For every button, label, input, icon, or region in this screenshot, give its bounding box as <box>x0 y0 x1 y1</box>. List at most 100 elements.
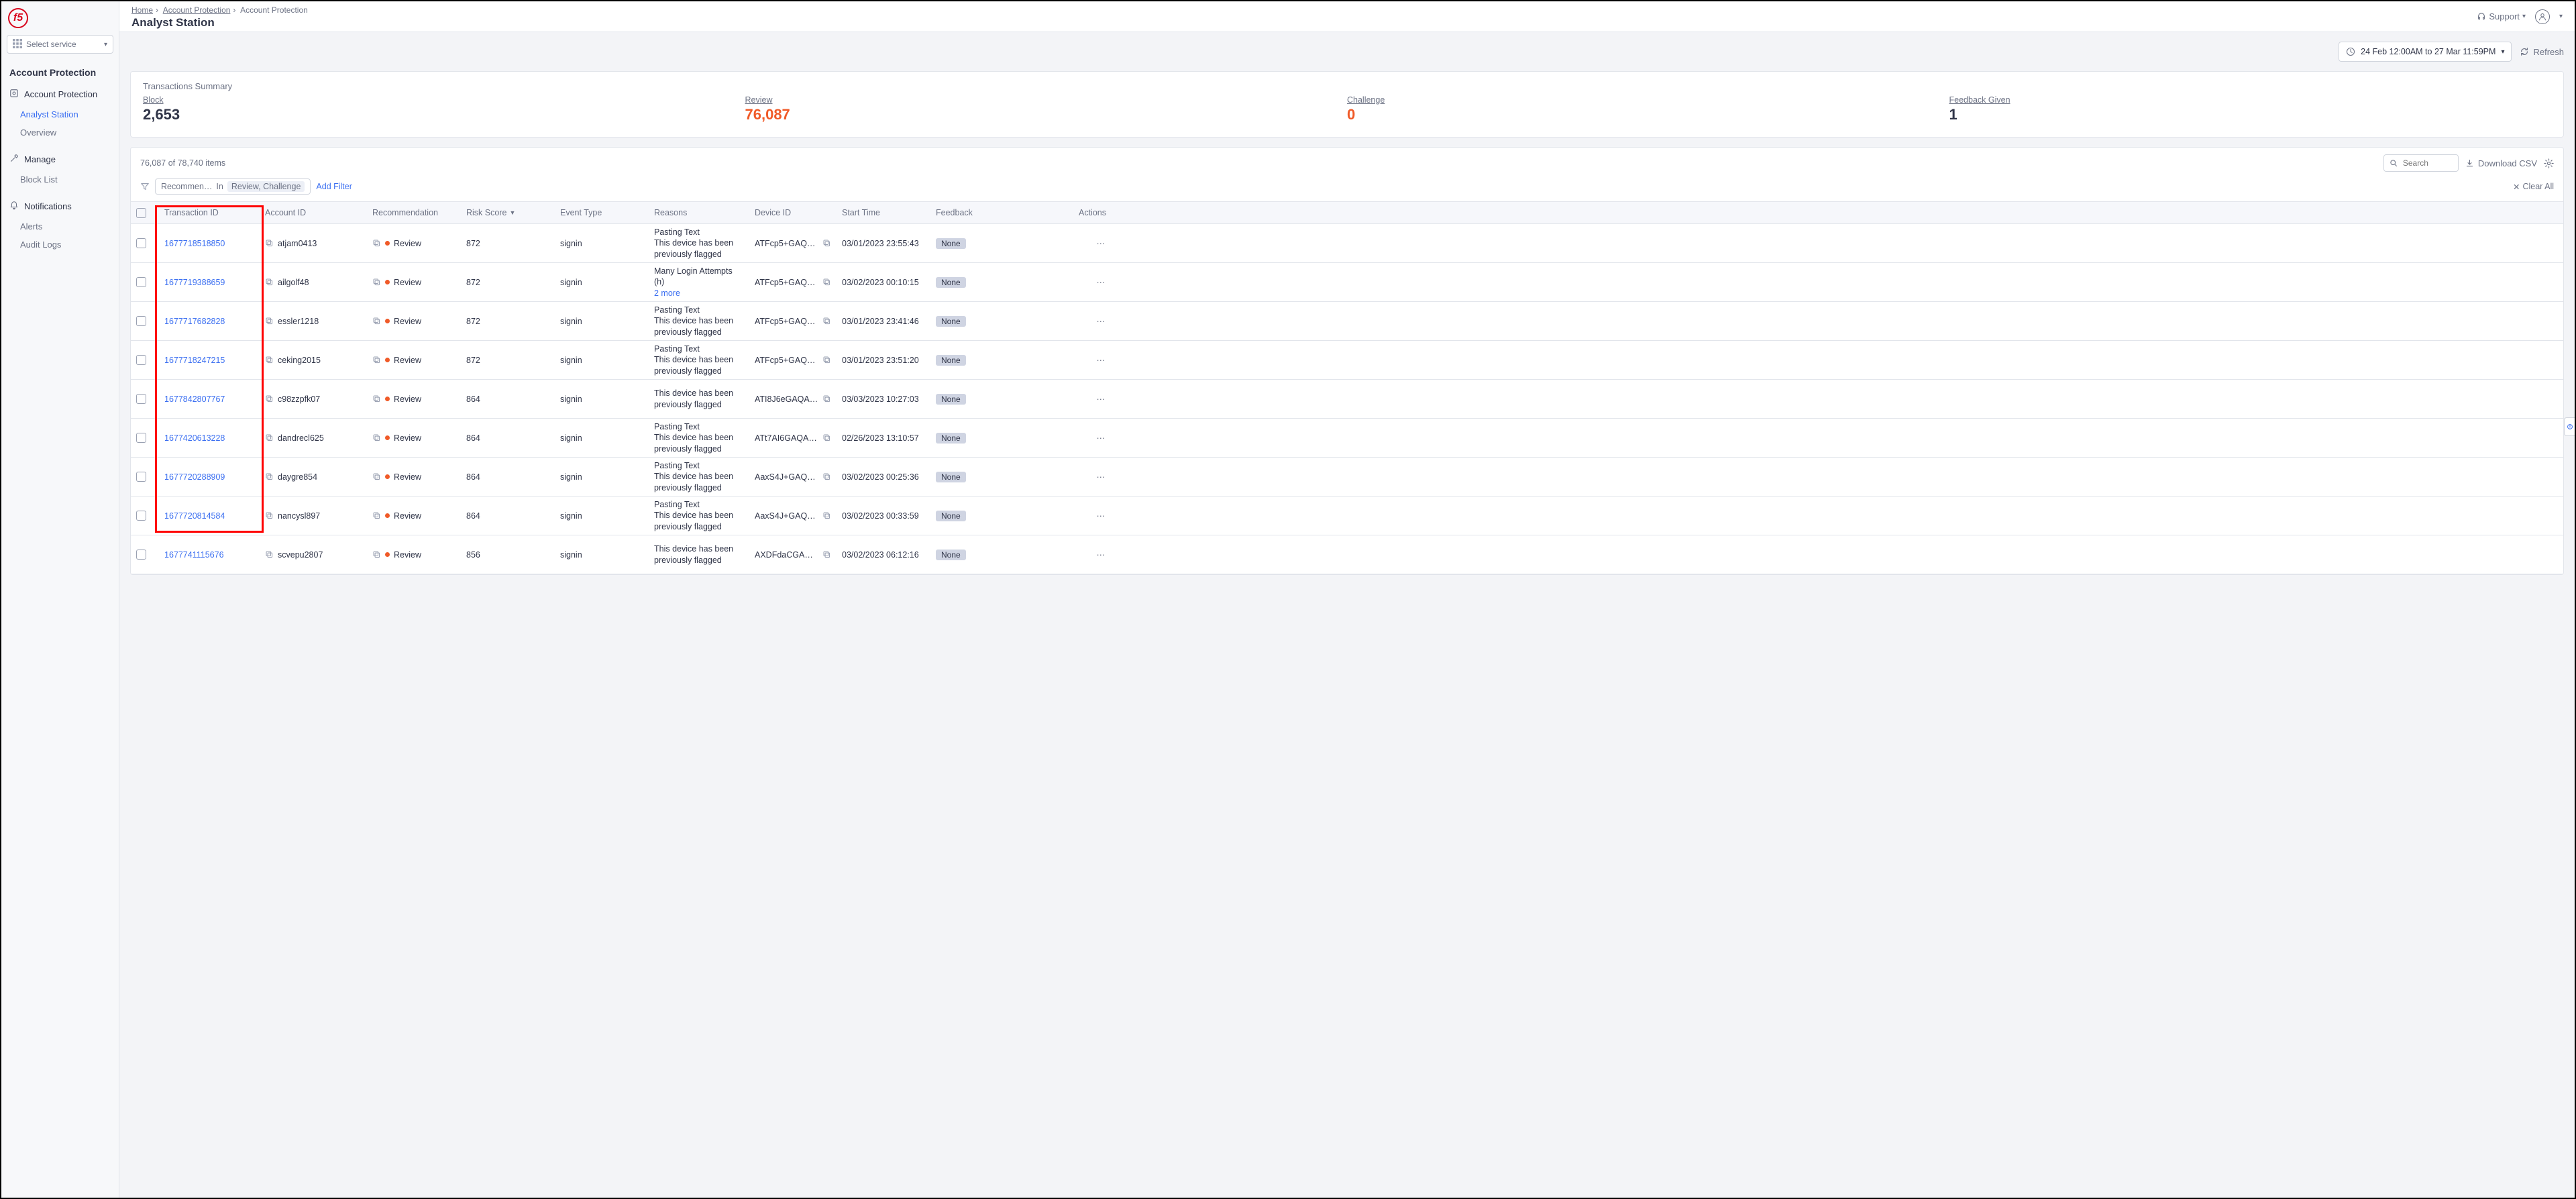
row-actions-menu[interactable]: ⋯ <box>1097 238 1107 248</box>
col-device-id[interactable]: Device ID <box>749 208 837 217</box>
reasons-more[interactable]: 2 more <box>654 288 744 299</box>
nav-head-notifications[interactable]: Notifications <box>1 195 119 217</box>
copy-icon[interactable] <box>822 472 831 481</box>
user-avatar[interactable] <box>2535 9 2550 24</box>
copy-icon[interactable] <box>265 550 274 559</box>
row-actions-menu[interactable]: ⋯ <box>1097 472 1107 482</box>
stat-label[interactable]: Feedback Given <box>1949 95 2552 105</box>
row-checkbox[interactable] <box>136 238 146 248</box>
copy-icon[interactable] <box>265 433 274 442</box>
transaction-id-link[interactable]: 1677842807767 <box>164 395 225 404</box>
col-feedback[interactable]: Feedback <box>930 208 1024 217</box>
row-checkbox[interactable] <box>136 394 146 404</box>
copy-icon[interactable] <box>265 472 274 481</box>
feedback-badge[interactable]: None <box>936 550 966 560</box>
col-reasons[interactable]: Reasons <box>649 208 749 217</box>
feedback-badge[interactable]: None <box>936 472 966 482</box>
copy-icon[interactable] <box>265 278 274 286</box>
transaction-id-link[interactable]: 1677719388659 <box>164 278 225 287</box>
row-checkbox[interactable] <box>136 550 146 560</box>
col-account-id[interactable]: Account ID <box>260 208 367 217</box>
copy-icon[interactable] <box>372 239 381 248</box>
copy-icon[interactable] <box>372 433 381 442</box>
transaction-id-link[interactable]: 1677720814584 <box>164 511 225 521</box>
transaction-id-link[interactable]: 1677720288909 <box>164 472 225 482</box>
filter-chip[interactable]: Recommen… In Review, Challenge <box>155 178 311 195</box>
download-csv-button[interactable]: Download CSV <box>2465 158 2537 168</box>
stat-label[interactable]: Review <box>745 95 1348 105</box>
settings-button[interactable] <box>2544 158 2554 168</box>
copy-icon[interactable] <box>265 511 274 520</box>
copy-icon[interactable] <box>822 395 831 403</box>
transaction-id-link[interactable]: 1677718247215 <box>164 356 225 365</box>
copy-icon[interactable] <box>372 472 381 481</box>
row-checkbox[interactable] <box>136 277 146 287</box>
feedback-badge[interactable]: None <box>936 394 966 405</box>
row-actions-menu[interactable]: ⋯ <box>1097 511 1107 521</box>
feedback-badge[interactable]: None <box>936 277 966 288</box>
nav-head-manage[interactable]: Manage <box>1 148 119 170</box>
col-transaction-id[interactable]: Transaction ID <box>159 208 260 217</box>
support-menu[interactable]: Support ▾ <box>2477 11 2526 21</box>
row-actions-menu[interactable]: ⋯ <box>1097 550 1107 560</box>
nav-item-analyst-station[interactable]: Analyst Station <box>1 105 119 123</box>
transaction-id-link[interactable]: 1677718518850 <box>164 239 225 248</box>
transaction-id-link[interactable]: 1677420613228 <box>164 433 225 443</box>
date-range-picker[interactable]: 24 Feb 12:00AM to 27 Mar 11:59PM ▾ <box>2339 42 2512 62</box>
copy-icon[interactable] <box>265 317 274 325</box>
nav-item-overview[interactable]: Overview <box>1 123 119 142</box>
col-start-time[interactable]: Start Time <box>837 208 930 217</box>
transaction-id-link[interactable]: 1677717682828 <box>164 317 225 326</box>
copy-icon[interactable] <box>822 356 831 364</box>
copy-icon[interactable] <box>822 278 831 286</box>
stat-label[interactable]: Challenge <box>1347 95 1949 105</box>
feedback-badge[interactable]: None <box>936 316 966 327</box>
search-field[interactable] <box>2402 158 2449 168</box>
row-actions-menu[interactable]: ⋯ <box>1097 394 1107 404</box>
row-actions-menu[interactable]: ⋯ <box>1097 277 1107 287</box>
clear-all-button[interactable]: ✕ Clear All <box>2513 182 2554 192</box>
feedback-badge[interactable]: None <box>936 355 966 366</box>
refresh-button[interactable]: Refresh <box>2520 47 2564 57</box>
copy-icon[interactable] <box>372 395 381 403</box>
copy-icon[interactable] <box>822 433 831 442</box>
nav-item-alerts[interactable]: Alerts <box>1 217 119 236</box>
select-all-checkbox[interactable] <box>136 208 146 218</box>
stat-label[interactable]: Block <box>143 95 745 105</box>
col-event-type[interactable]: Event Type <box>555 208 649 217</box>
row-checkbox[interactable] <box>136 472 146 482</box>
service-selector[interactable]: Select service ▾ <box>7 35 113 54</box>
copy-icon[interactable] <box>372 550 381 559</box>
row-checkbox[interactable] <box>136 433 146 443</box>
copy-icon[interactable] <box>822 239 831 248</box>
transaction-id-link[interactable]: 1677741115676 <box>164 550 224 560</box>
row-checkbox[interactable] <box>136 355 146 365</box>
row-actions-menu[interactable]: ⋯ <box>1097 355 1107 365</box>
copy-icon[interactable] <box>822 511 831 520</box>
copy-icon[interactable] <box>265 239 274 248</box>
copy-icon[interactable] <box>372 511 381 520</box>
copy-icon[interactable] <box>372 317 381 325</box>
nav-item-auditlogs[interactable]: Audit Logs <box>1 236 119 254</box>
risk-score: 864 <box>466 472 480 482</box>
col-recommendation[interactable]: Recommendation <box>367 208 461 217</box>
side-knob[interactable] <box>2564 417 2575 436</box>
feedback-badge[interactable]: None <box>936 511 966 521</box>
feedback-badge[interactable]: None <box>936 238 966 249</box>
row-checkbox[interactable] <box>136 316 146 326</box>
row-actions-menu[interactable]: ⋯ <box>1097 433 1107 443</box>
feedback-badge[interactable]: None <box>936 433 966 444</box>
search-input[interactable] <box>2383 154 2459 172</box>
row-checkbox[interactable] <box>136 511 146 521</box>
copy-icon[interactable] <box>265 356 274 364</box>
add-filter-button[interactable]: Add Filter <box>316 182 352 191</box>
copy-icon[interactable] <box>372 356 381 364</box>
copy-icon[interactable] <box>265 395 274 403</box>
copy-icon[interactable] <box>372 278 381 286</box>
row-actions-menu[interactable]: ⋯ <box>1097 316 1107 326</box>
col-risk-score[interactable]: Risk Score▼ <box>461 208 555 217</box>
nav-head-account[interactable]: Account Protection <box>1 83 119 105</box>
nav-item-blocklist[interactable]: Block List <box>1 170 119 189</box>
copy-icon[interactable] <box>822 317 831 325</box>
copy-icon[interactable] <box>822 550 831 559</box>
